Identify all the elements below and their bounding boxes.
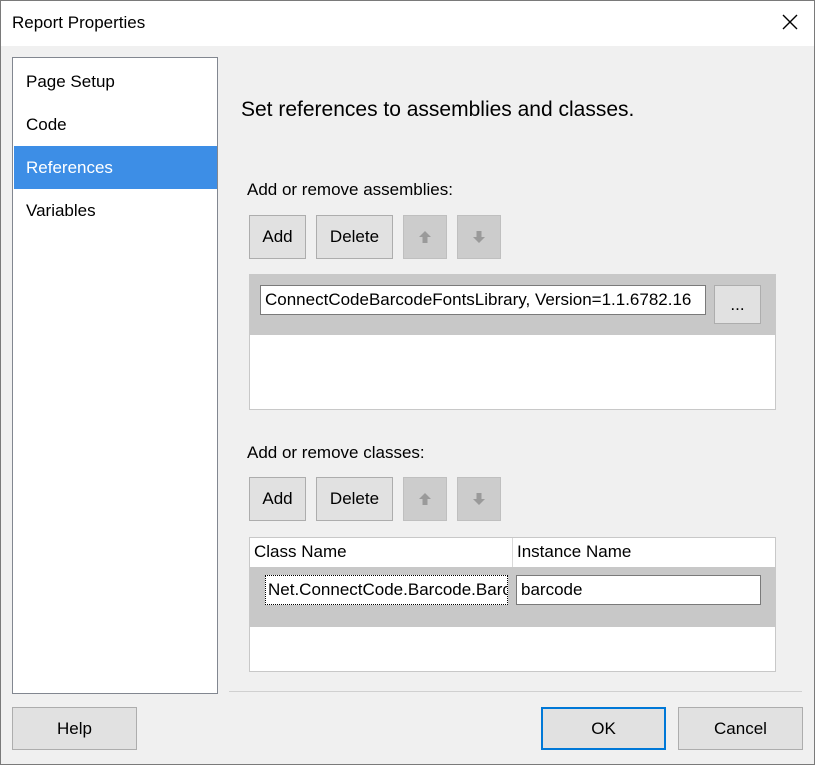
add-assembly-button[interactable]: Add xyxy=(249,215,306,259)
assembly-name-field[interactable]: ConnectCodeBarcodeFontsLibrary, Version=… xyxy=(260,285,706,315)
cancel-button[interactable]: Cancel xyxy=(678,707,803,750)
sidebar-item-code[interactable]: Code xyxy=(14,103,217,146)
sidebar-item-page-setup[interactable]: Page Setup xyxy=(14,60,217,103)
move-up-class-button[interactable] xyxy=(403,477,447,521)
move-up-assembly-button[interactable] xyxy=(403,215,447,259)
instance-name-field[interactable]: barcode xyxy=(516,575,761,605)
ok-button[interactable]: OK xyxy=(541,707,666,750)
classes-label: Add or remove classes: xyxy=(247,443,425,462)
delete-assembly-button[interactable]: Delete xyxy=(316,215,393,259)
table-row[interactable]: Net.ConnectCode.Barcode.Barc barcode xyxy=(250,567,775,627)
arrow-up-icon xyxy=(419,231,431,243)
help-button[interactable]: Help xyxy=(12,707,137,750)
arrow-down-icon xyxy=(473,493,485,505)
window-title: Report Properties xyxy=(12,13,146,32)
column-header-instance-name[interactable]: Instance Name xyxy=(513,538,775,567)
list-item[interactable]: ConnectCodeBarcodeFontsLibrary, Version=… xyxy=(250,275,775,335)
class-name-field[interactable]: Net.ConnectCode.Barcode.Barc xyxy=(265,575,508,605)
move-down-assembly-button[interactable] xyxy=(457,215,501,259)
page-heading: Set references to assemblies and classes… xyxy=(241,98,635,121)
assemblies-list: ConnectCodeBarcodeFontsLibrary, Version=… xyxy=(249,274,776,410)
classes-grid: Class Name Instance Name Net.ConnectCode… xyxy=(249,537,776,672)
sidebar-item-variables[interactable]: Variables xyxy=(14,189,217,232)
arrow-down-icon xyxy=(473,231,485,243)
delete-class-button[interactable]: Delete xyxy=(316,477,393,521)
move-down-class-button[interactable] xyxy=(457,477,501,521)
close-icon[interactable] xyxy=(778,10,802,34)
arrow-up-icon xyxy=(419,493,431,505)
sidebar-item-references[interactable]: References xyxy=(14,146,217,189)
column-header-class-name[interactable]: Class Name xyxy=(250,538,513,567)
browse-assembly-button[interactable]: ... xyxy=(714,285,761,324)
assemblies-label: Add or remove assemblies: xyxy=(247,180,453,199)
add-class-button[interactable]: Add xyxy=(249,477,306,521)
footer-divider xyxy=(229,691,802,692)
sidebar-nav: Page Setup Code References Variables xyxy=(12,57,218,694)
